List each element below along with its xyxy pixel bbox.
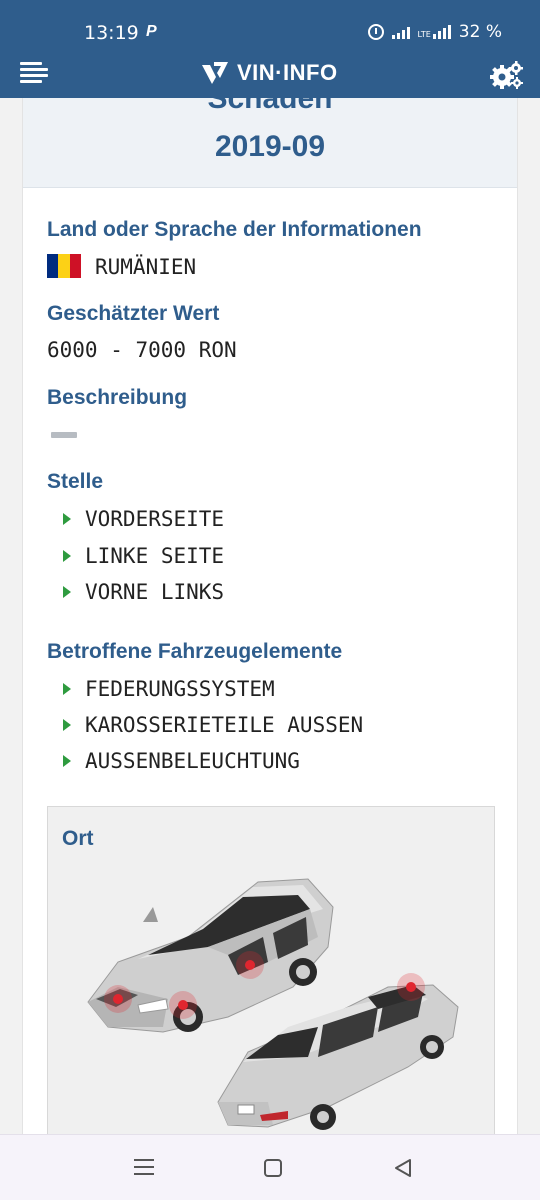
damage-card: Schaden 2019-09 Land oder Sprache der In… — [22, 98, 518, 1186]
estimated-value-label: Geschätzter Wert — [47, 302, 220, 325]
affected-item: KAROSSERIETEILE AUSSEN — [63, 713, 363, 737]
country-value: RUMÄNIEN — [95, 255, 197, 279]
description-label: Beschreibung — [47, 386, 188, 409]
recent-apps-icon[interactable] — [134, 1157, 156, 1177]
battery-level: 32 % — [458, 22, 502, 42]
status-icons: LTE 32 % — [367, 22, 502, 42]
card-title: Schaden — [207, 98, 333, 115]
paypal-icon: P — [146, 23, 157, 40]
bullet-triangle-icon — [63, 550, 71, 562]
menu-icon[interactable] — [20, 62, 50, 84]
location-item: VORNE LINKS — [63, 580, 224, 604]
location-label: Stelle — [47, 470, 104, 493]
estimated-value: 6000 - 7000 RON — [47, 338, 237, 362]
vin-logo-icon — [202, 62, 228, 84]
affected-item: FEDERUNGSSYSTEM — [63, 677, 275, 701]
bullet-triangle-icon — [63, 719, 71, 731]
brand-logo[interactable]: VIN·INFO — [200, 58, 338, 88]
card-header: Schaden 2019-09 — [23, 98, 517, 188]
home-icon[interactable] — [264, 1159, 282, 1177]
bullet-triangle-icon — [63, 683, 71, 695]
place-box: Ort — [47, 806, 495, 1186]
romania-flag-icon — [47, 254, 81, 278]
location-item: LINKE SEITE — [63, 544, 224, 568]
affected-label: Betroffene Fahrzeugelemente — [47, 640, 343, 663]
empty-dash-icon — [51, 432, 77, 438]
alarm-icon — [367, 24, 384, 40]
car-damage-diagram — [87, 878, 459, 1130]
place-label: Ort — [62, 827, 94, 850]
settings-gear-icon[interactable] — [490, 60, 524, 90]
bullet-triangle-icon — [63, 586, 71, 598]
back-icon[interactable] — [392, 1157, 414, 1179]
brand-name: VIN·INFO — [237, 60, 338, 85]
status-time: 13:19 — [84, 22, 139, 44]
bullet-triangle-icon — [63, 755, 71, 767]
signal-icon-2: LTE — [418, 25, 451, 39]
signal-icon-1 — [391, 25, 410, 39]
bullet-triangle-icon — [63, 513, 71, 525]
affected-item: AUSSENBELEUCHTUNG — [63, 749, 300, 773]
damage-date: 2019-09 — [214, 130, 326, 163]
car-rear-view — [217, 984, 459, 1130]
country-value-row: RUMÄNIEN — [47, 254, 196, 279]
system-nav-bar — [0, 1134, 540, 1200]
app-header: 13:19 P LTE 32 % VIN·INFO — [0, 0, 540, 98]
country-label: Land oder Sprache der Informationen — [47, 218, 422, 241]
location-item: VORDERSEITE — [63, 507, 224, 531]
